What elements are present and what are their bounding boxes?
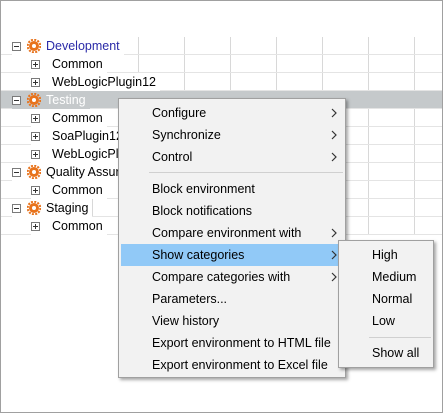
show-categories-submenu: High Medium Normal Low Show all (338, 240, 434, 368)
expand-icon[interactable] (31, 185, 40, 195)
menu-item-block-environment[interactable]: Block environment (121, 178, 343, 200)
chevron-right-icon (331, 130, 337, 140)
menu-item-label: Synchronize (152, 128, 221, 142)
tree-row-content: Common (31, 181, 107, 199)
menu-item-compare-categories-with[interactable]: Compare categories with (121, 266, 343, 288)
menu-separator (149, 172, 343, 173)
submenu-item-label: High (372, 248, 398, 262)
menu-separator (369, 337, 431, 338)
tree-row-content: Common (31, 217, 107, 235)
menu-item-synchronize[interactable]: Synchronize (121, 124, 343, 146)
tree-item-label: Testing (46, 93, 86, 107)
tree-row-content: Common (31, 109, 107, 127)
expand-icon[interactable] (31, 113, 40, 123)
tree-item-label: WebLogicPlu (52, 147, 126, 161)
tree-row-content: Testing (12, 91, 90, 109)
expand-icon[interactable] (31, 221, 40, 231)
submenu-item-normal[interactable]: Normal (341, 288, 431, 310)
tree-item-label: Quality Assur (46, 165, 120, 179)
gear-icon (27, 201, 41, 215)
tree-item-label: Common (52, 183, 103, 197)
tree-row-content: Quality Assur (12, 163, 124, 181)
tree-row-content: WebLogicPlu (31, 145, 130, 163)
submenu-item-label: Low (372, 314, 395, 328)
expand-icon[interactable] (31, 59, 40, 69)
submenu-item-medium[interactable]: Medium (341, 266, 431, 288)
tree-row-weblogicplugin12[interactable]: WebLogicPlugin12 (1, 73, 442, 91)
expand-icon[interactable] (31, 77, 40, 87)
menu-item-export-html[interactable]: Export environment to HTML file (121, 332, 343, 354)
gear-icon (27, 39, 41, 53)
expand-icon[interactable] (31, 149, 40, 159)
submenu-item-label: Show all (372, 346, 420, 360)
tree-row-content: SoaPlugin12 (31, 127, 127, 145)
collapse-icon[interactable] (12, 203, 21, 213)
tree-item-label: Common (52, 219, 103, 233)
context-menu: Configure Synchronize Control Block envi… (118, 98, 346, 378)
tree-item-label: SoaPlugin12 (52, 129, 123, 143)
menu-item-block-notifications[interactable]: Block notifications (121, 200, 343, 222)
menu-item-label: Export environment to Excel file (152, 358, 328, 372)
gear-icon (27, 165, 41, 179)
submenu-item-label: Medium (372, 270, 417, 284)
tree-row-content: Staging (12, 199, 93, 217)
menu-item-label: Block environment (152, 182, 255, 196)
submenu-item-high[interactable]: High (341, 244, 431, 266)
tree-item-label: Development (46, 39, 120, 53)
tree-item-label: Common (52, 57, 103, 71)
menu-item-control[interactable]: Control (121, 146, 343, 168)
tree-row-content: WebLogicPlugin12 (31, 73, 161, 91)
tree-item-label: Common (52, 111, 103, 125)
expand-icon[interactable] (31, 131, 40, 141)
menu-item-label: Compare environment with (152, 226, 302, 240)
tree-row-content: Common (31, 55, 107, 73)
menu-item-label: Control (152, 150, 193, 164)
tree-item-label: WebLogicPlugin12 (52, 75, 157, 89)
menu-item-label: View history (152, 314, 220, 328)
menu-item-label: Export environment to HTML file (152, 336, 331, 350)
submenu-item-show-all[interactable]: Show all (341, 342, 431, 364)
submenu-item-label: Normal (372, 292, 413, 306)
tree-row-content: Development (12, 37, 124, 55)
collapse-icon[interactable] (12, 167, 21, 177)
collapse-icon[interactable] (12, 41, 21, 51)
menu-item-label: Parameters... (152, 292, 228, 306)
menu-item-label: Show categories (152, 248, 245, 262)
chevron-right-icon (331, 228, 337, 238)
chevron-right-icon (331, 152, 337, 162)
menu-item-parameters[interactable]: Parameters... (121, 288, 343, 310)
collapse-icon[interactable] (12, 95, 21, 105)
menu-item-view-history[interactable]: View history (121, 310, 343, 332)
menu-item-label: Compare categories with (152, 270, 291, 284)
tree-row-common[interactable]: Common (1, 55, 442, 73)
menu-item-show-categories[interactable]: Show categories (121, 244, 343, 266)
submenu-item-low[interactable]: Low (341, 310, 431, 332)
menu-item-export-excel[interactable]: Export environment to Excel file (121, 354, 343, 376)
tree-row-development[interactable]: Development (1, 37, 442, 55)
menu-item-configure[interactable]: Configure (121, 102, 343, 124)
tree-item-label: Staging (46, 201, 89, 215)
menu-item-label: Block notifications (152, 204, 253, 218)
menu-item-label: Configure (152, 106, 207, 120)
chevron-right-icon (331, 108, 337, 118)
menu-item-compare-environment-with[interactable]: Compare environment with (121, 222, 343, 244)
gear-icon (27, 93, 41, 107)
